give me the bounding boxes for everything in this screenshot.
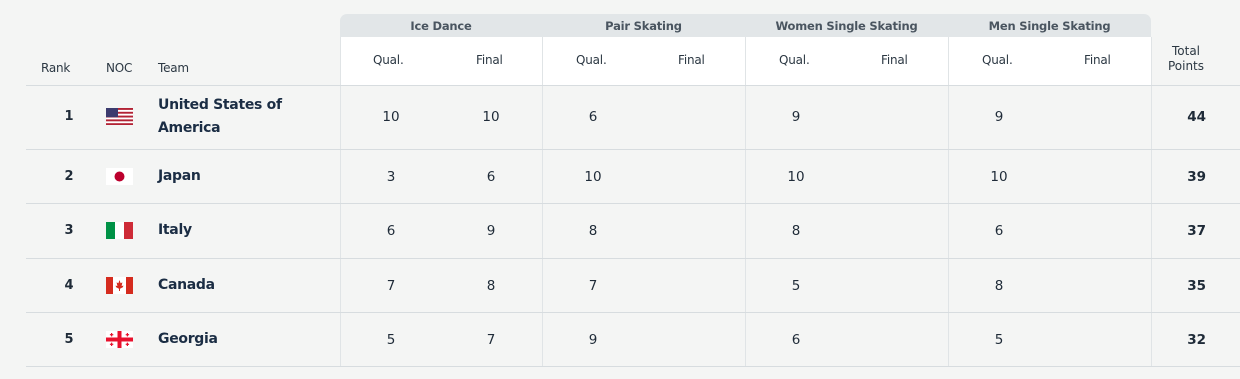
- rank-cell: 5: [64, 332, 74, 347]
- pair-qual-cell: 8: [588, 223, 598, 239]
- header-men-qual[interactable]: Qual.: [982, 53, 1013, 67]
- rank-cell: 2: [64, 169, 74, 184]
- men-qual-cell: 10: [990, 169, 1008, 185]
- sport-header-ice-dance: Ice Dance: [340, 14, 542, 37]
- total-points-cell: 39: [1187, 169, 1206, 185]
- ice-final-cell: 8: [486, 278, 496, 294]
- header-pair-final[interactable]: Final: [678, 53, 705, 67]
- row-divider: [26, 312, 1240, 313]
- team-name[interactable]: Canada: [158, 274, 215, 297]
- ice-qual-cell: 10: [382, 109, 400, 125]
- women-qual-cell: 8: [791, 223, 801, 239]
- flag-usa-icon: [106, 108, 133, 125]
- header-ice-final[interactable]: Final: [476, 53, 503, 67]
- row-divider: [26, 203, 1240, 204]
- pair-qual-cell: 10: [584, 169, 602, 185]
- men-qual-cell: 8: [994, 278, 1004, 294]
- ice-qual-cell: 5: [386, 332, 396, 348]
- header-pair-qual[interactable]: Qual.: [576, 53, 607, 67]
- rank-cell: 3: [64, 223, 74, 238]
- header-ice-qual[interactable]: Qual.: [373, 53, 404, 67]
- flag-canada-icon: [106, 277, 133, 294]
- pair-qual-cell: 9: [588, 332, 598, 348]
- header-women-final[interactable]: Final: [881, 53, 908, 67]
- total-points-cell: 35: [1187, 278, 1206, 294]
- women-qual-cell: 9: [791, 109, 801, 125]
- men-qual-cell: 6: [994, 223, 1004, 239]
- total-points-cell: 32: [1187, 332, 1206, 348]
- col-divider: [340, 37, 341, 366]
- col-divider: [948, 37, 949, 366]
- header-total-points[interactable]: Total Points: [1156, 44, 1216, 74]
- col-divider: [1151, 37, 1152, 366]
- women-qual-cell: 10: [787, 169, 805, 185]
- sport-header-men-single: Men Single Skating: [948, 14, 1151, 37]
- header-rank[interactable]: Rank: [41, 61, 70, 75]
- total-points-cell: 37: [1187, 223, 1206, 239]
- ice-final-cell: 7: [486, 332, 496, 348]
- team-name[interactable]: United States of America: [158, 94, 288, 140]
- ice-final-cell: 10: [482, 109, 500, 125]
- total-points-cell: 44: [1187, 109, 1206, 125]
- women-qual-cell: 6: [791, 332, 801, 348]
- women-qual-cell: 5: [791, 278, 801, 294]
- pair-qual-cell: 6: [588, 109, 598, 125]
- row-divider: [26, 366, 1240, 367]
- team-name[interactable]: Georgia: [158, 328, 218, 351]
- flag-japan-icon: [106, 168, 133, 185]
- sport-header-pair-skating: Pair Skating: [542, 14, 745, 37]
- header-men-final[interactable]: Final: [1084, 53, 1111, 67]
- team-name[interactable]: Japan: [158, 165, 201, 188]
- ice-qual-cell: 7: [386, 278, 396, 294]
- team-name[interactable]: Italy: [158, 219, 192, 242]
- header-women-qual[interactable]: Qual.: [779, 53, 810, 67]
- sport-header-women-single: Women Single Skating: [745, 14, 948, 37]
- men-qual-cell: 5: [994, 332, 1004, 348]
- ice-qual-cell: 3: [386, 169, 396, 185]
- rank-cell: 4: [64, 278, 74, 293]
- flag-italy-icon: [106, 222, 133, 239]
- ice-final-cell: 9: [486, 223, 496, 239]
- row-divider: [26, 258, 1240, 259]
- flag-georgia-icon: [106, 331, 133, 348]
- col-divider: [542, 37, 543, 366]
- header-team[interactable]: Team: [158, 61, 189, 75]
- men-qual-cell: 9: [994, 109, 1004, 125]
- col-divider: [745, 37, 746, 366]
- row-divider: [26, 85, 1240, 86]
- header-noc[interactable]: NOC: [106, 61, 132, 75]
- pair-qual-cell: 7: [588, 278, 598, 294]
- rank-cell: 1: [64, 109, 74, 124]
- ice-final-cell: 6: [486, 169, 496, 185]
- row-divider: [26, 149, 1240, 150]
- ice-qual-cell: 6: [386, 223, 396, 239]
